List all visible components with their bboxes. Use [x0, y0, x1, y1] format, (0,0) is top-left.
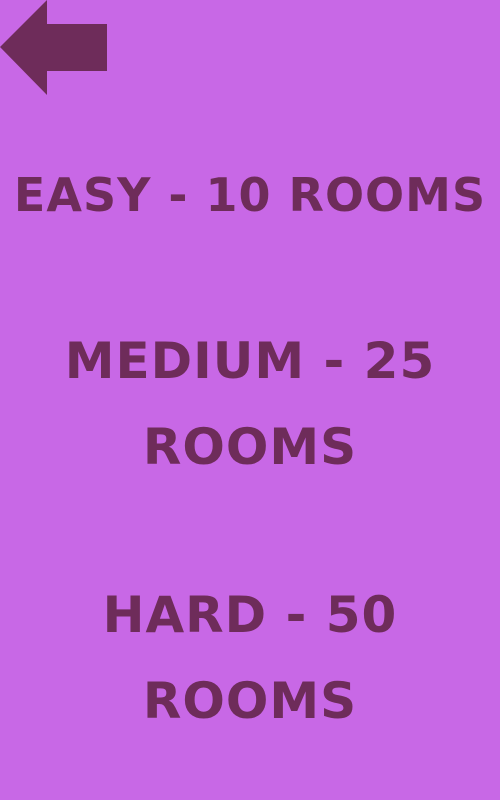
arrow-left-icon	[0, 0, 107, 95]
medium-option-button[interactable]: MEDIUM - 25 ROOMS	[0, 318, 500, 490]
back-button[interactable]	[0, 0, 108, 96]
medium-option-label-line1: MEDIUM - 25	[64, 332, 436, 390]
easy-option-button[interactable]: EASY - 10 ROOMS	[0, 152, 500, 238]
hard-option-label-line1: HARD - 50	[102, 586, 398, 644]
hard-option-button[interactable]: HARD - 50 ROOMS	[0, 572, 500, 744]
easy-option-label: EASY - 10 ROOMS	[13, 168, 487, 222]
hard-option-label-line2: ROOMS	[142, 672, 358, 730]
medium-option-label-line2: ROOMS	[142, 418, 358, 476]
